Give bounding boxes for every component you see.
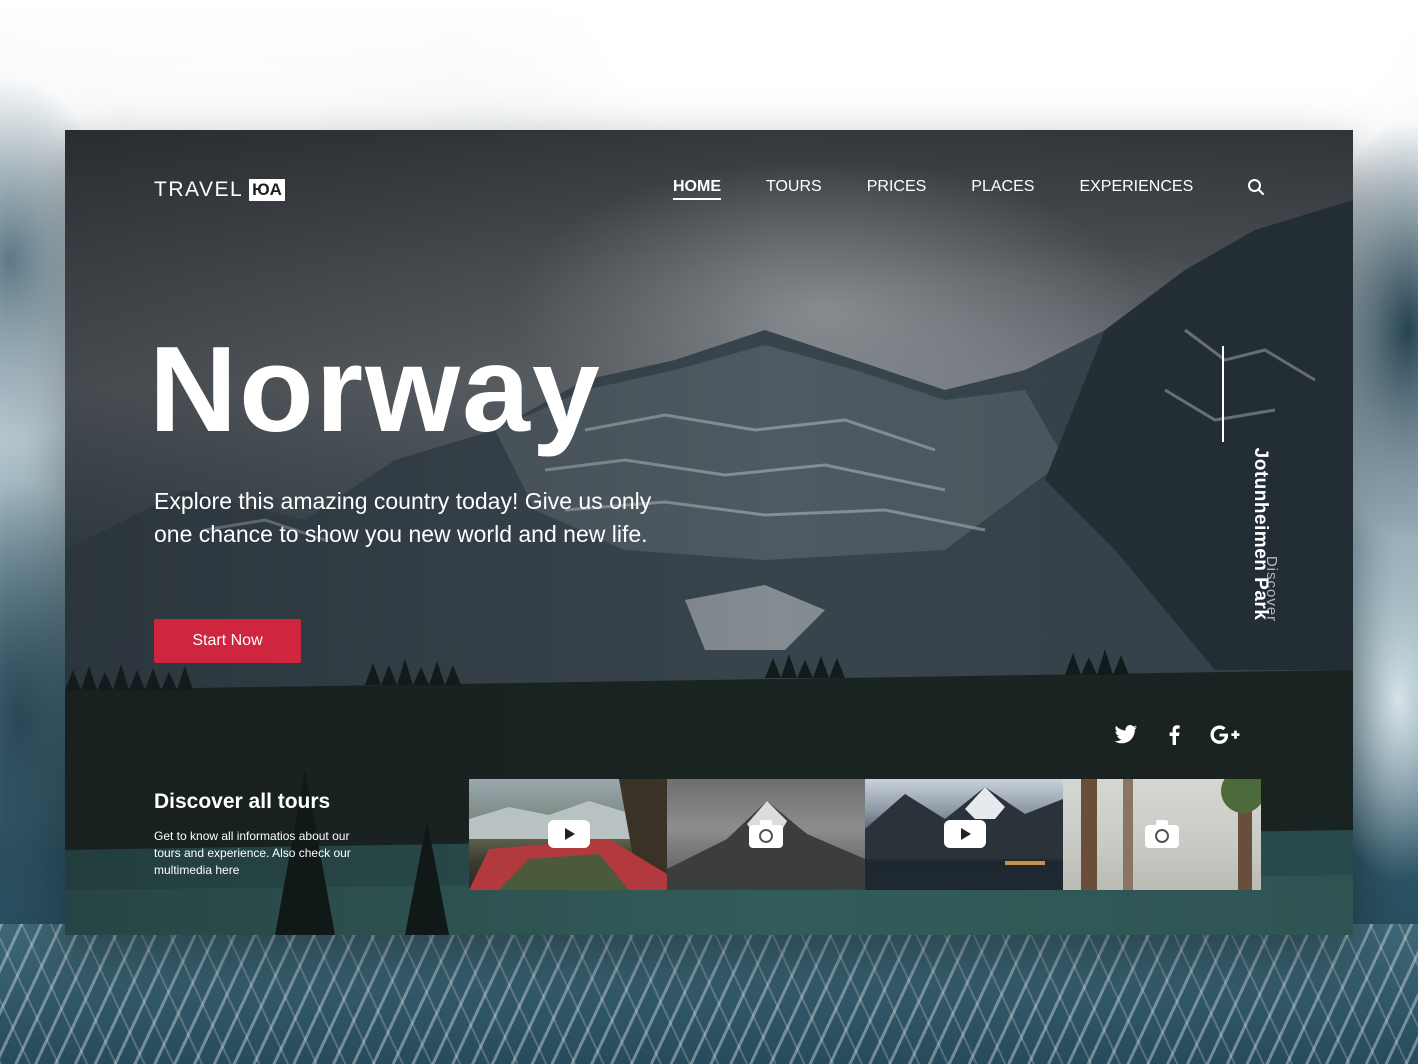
nav-experiences[interactable]: EXPERIENCES xyxy=(1079,178,1193,200)
thumbnail-peak-photo[interactable] xyxy=(667,779,865,890)
start-now-button[interactable]: Start Now xyxy=(154,619,301,663)
play-icon xyxy=(548,820,590,848)
discover-label[interactable]: Discover xyxy=(1260,529,1280,649)
hero-title: Norway xyxy=(149,321,602,457)
main-nav: HOME TOURS PRICES PLACES EXPERIENCES xyxy=(673,178,1238,200)
thumbnail-forest-photo[interactable] xyxy=(1063,779,1261,890)
nav-home[interactable]: HOME xyxy=(673,178,721,200)
search-icon[interactable] xyxy=(1247,178,1265,196)
google-plus-icon[interactable] xyxy=(1210,725,1240,745)
nav-prices[interactable]: PRICES xyxy=(867,178,927,200)
twitter-icon[interactable] xyxy=(1114,725,1138,745)
site-logo[interactable]: TRAVEL ЮA xyxy=(154,178,285,202)
play-icon xyxy=(944,820,986,848)
social-links xyxy=(1114,725,1240,745)
logo-text: TRAVEL xyxy=(154,178,244,201)
side-divider xyxy=(1222,346,1224,442)
tours-description: Get to know all informatios about our to… xyxy=(154,829,351,877)
nav-tours[interactable]: TOURS xyxy=(766,178,822,200)
media-thumbnails xyxy=(469,779,1261,890)
thumbnail-lake-video[interactable] xyxy=(865,779,1063,890)
camera-icon xyxy=(1145,820,1179,848)
landing-card: TRAVEL ЮA HOME TOURS PRICES PLACES EXPER… xyxy=(65,130,1353,935)
backdrop-mountain-bottom xyxy=(0,924,1418,1064)
facebook-icon[interactable] xyxy=(1168,725,1180,745)
tours-title: Discover all tours xyxy=(154,790,331,813)
camera-icon xyxy=(749,820,783,848)
logo-badge: ЮA xyxy=(249,179,285,201)
nav-places[interactable]: PLACES xyxy=(971,178,1034,200)
hero-description: Explore this amazing country today! Give… xyxy=(154,488,652,547)
thumbnail-hammock-video[interactable] xyxy=(469,779,667,890)
